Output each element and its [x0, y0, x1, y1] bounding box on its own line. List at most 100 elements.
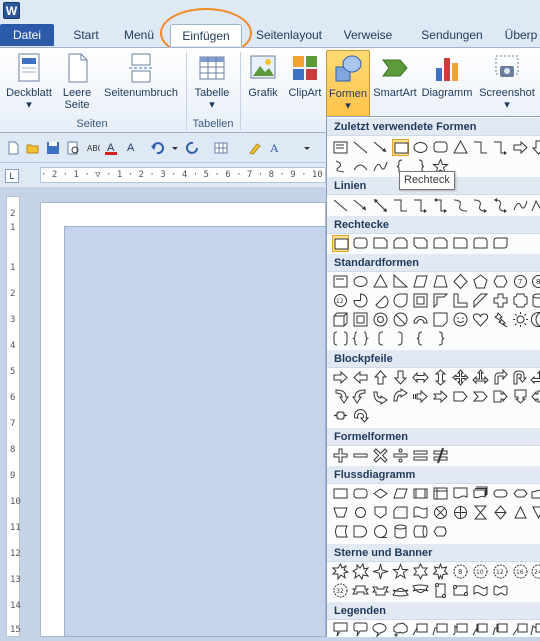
curve-shape-icon[interactable]: [372, 158, 389, 175]
new-document-icon[interactable]: [6, 141, 20, 155]
curved-double-arrow-icon[interactable]: [492, 197, 509, 214]
diagonal-stripe-shape-icon[interactable]: [472, 292, 489, 309]
flowchart-display-icon[interactable]: [432, 523, 449, 540]
flowchart-document-icon[interactable]: [452, 485, 469, 502]
diagramm-button[interactable]: Diagramm: [420, 50, 474, 99]
down-arrow-shape-icon[interactable]: [530, 139, 540, 156]
moon-shape-icon[interactable]: [530, 311, 540, 328]
cross-shape-icon[interactable]: [492, 292, 509, 309]
flowchart-multidocument-icon[interactable]: [472, 485, 489, 502]
curved-connector-icon[interactable]: [452, 197, 469, 214]
triangle-shape-icon[interactable]: [372, 273, 389, 290]
left-right-arrow-icon[interactable]: [412, 369, 429, 386]
divide-sign-icon[interactable]: [392, 447, 409, 464]
rectangle-shape-icon[interactable]: [332, 235, 349, 252]
plus-sign-icon[interactable]: [332, 447, 349, 464]
u-turn-arrow-icon[interactable]: [512, 369, 529, 386]
smartart-button[interactable]: SmartArt: [372, 50, 418, 99]
line-callout-3-icon[interactable]: [452, 621, 469, 638]
tab-selector[interactable]: L: [5, 169, 19, 183]
tab-menu[interactable]: Menü: [116, 24, 162, 46]
flowchart-magnetic-disk-icon[interactable]: [392, 523, 409, 540]
tabelle-button[interactable]: Tabelle▾: [190, 50, 234, 111]
cloud-callout-icon[interactable]: [392, 621, 409, 638]
down-ribbon-icon[interactable]: [372, 582, 389, 599]
up-ribbon-icon[interactable]: [352, 582, 369, 599]
left-brace-shape-icon[interactable]: [412, 330, 429, 347]
explosion-2-icon[interactable]: [352, 563, 369, 580]
flowchart-terminator-icon[interactable]: [492, 485, 509, 502]
leere-seite-button[interactable]: Leere Seite: [58, 50, 96, 111]
line-shape-icon[interactable]: [332, 197, 349, 214]
left-bracket-shape-icon[interactable]: [372, 330, 389, 347]
open-folder-icon[interactable]: [26, 141, 40, 155]
line-callout-2-icon[interactable]: [432, 621, 449, 638]
elbow-arrow-connector-icon[interactable]: [492, 139, 509, 156]
line-callout-accent-bar-icon[interactable]: [472, 621, 489, 638]
twentyfour-point-star-icon[interactable]: 24: [530, 563, 540, 580]
tab-start[interactable]: Start: [64, 24, 108, 46]
right-triangle-shape-icon[interactable]: [392, 273, 409, 290]
heptagon-shape-icon[interactable]: 7: [512, 273, 529, 290]
pentagon-shape-icon[interactable]: [472, 273, 489, 290]
flowchart-collate-icon[interactable]: [472, 504, 489, 521]
chevron-arrow-icon[interactable]: [472, 388, 489, 405]
line-shape-icon[interactable]: [352, 139, 369, 156]
flowchart-extract-icon[interactable]: [512, 504, 529, 521]
rectangle-shape-icon[interactable]: [392, 139, 409, 156]
teardrop-shape-icon[interactable]: [392, 292, 409, 309]
l-shape-icon[interactable]: [452, 292, 469, 309]
curved-up-arrow-icon[interactable]: [372, 388, 389, 405]
flowchart-alternate-process-icon[interactable]: [352, 485, 369, 502]
screenshot-button[interactable]: Screenshot▾: [476, 50, 538, 111]
flowchart-manual-input-icon[interactable]: [530, 485, 540, 502]
diamond-shape-icon[interactable]: [452, 273, 469, 290]
rectangular-callout-icon[interactable]: [332, 621, 349, 638]
round-diagonal-rect-icon[interactable]: [492, 235, 509, 252]
vertical-scroll-icon[interactable]: [432, 582, 449, 599]
freeform-shape-icon[interactable]: [530, 197, 540, 214]
pentagon-arrow-icon[interactable]: [452, 388, 469, 405]
flowchart-summing-junction-icon[interactable]: [432, 504, 449, 521]
oval-callout-icon[interactable]: [372, 621, 389, 638]
flowchart-offpage-connector-icon[interactable]: [372, 504, 389, 521]
flowchart-predefined-process-icon[interactable]: [412, 485, 429, 502]
tab-sendungen[interactable]: Sendungen: [414, 24, 490, 46]
snip-diagonal-rect-icon[interactable]: [412, 235, 429, 252]
spelling-icon[interactable]: ABC: [86, 141, 100, 155]
redo-icon[interactable]: [186, 141, 200, 155]
triangle-shape-icon[interactable]: [452, 139, 469, 156]
snip-corner-rect-icon[interactable]: [372, 235, 389, 252]
quad-arrow-callout-icon[interactable]: [332, 407, 349, 424]
horizontal-ruler[interactable]: · 2 · 1 · ▽ · 1 · 2 · 3 · 4 · 5 · 6 · 7 …: [40, 167, 326, 183]
tab-datei[interactable]: Datei: [0, 24, 54, 46]
double-arrow-line-icon[interactable]: [372, 197, 389, 214]
deckblatt-button[interactable]: Deckblatt ▾: [4, 50, 54, 111]
flowchart-manual-operation-icon[interactable]: [332, 504, 349, 521]
curved-up-ribbon-icon[interactable]: [392, 582, 409, 599]
hexagon-shape-icon[interactable]: [492, 273, 509, 290]
save-icon[interactable]: [46, 141, 60, 155]
right-arrow-shape-icon[interactable]: [512, 139, 529, 156]
print-preview-icon[interactable]: [66, 141, 80, 155]
flowchart-data-icon[interactable]: [392, 485, 409, 502]
left-arrow-shape-icon[interactable]: [352, 369, 369, 386]
eight-point-star-icon[interactable]: 8: [452, 563, 469, 580]
bent-arrow-icon[interactable]: [492, 369, 509, 386]
up-arrow-shape-icon[interactable]: [372, 369, 389, 386]
curved-left-arrow-icon[interactable]: [352, 388, 369, 405]
smiley-face-icon[interactable]: [452, 311, 469, 328]
text-style-icon[interactable]: A: [268, 141, 282, 155]
right-arrow-shape-icon[interactable]: [332, 369, 349, 386]
decagon-shape-icon[interactable]: 12: [332, 292, 349, 309]
up-down-arrow-icon[interactable]: [432, 369, 449, 386]
tab-ueberpruefen[interactable]: Überp: [500, 24, 540, 46]
oval-shape-icon[interactable]: [352, 273, 369, 290]
grafik-button[interactable]: Grafik: [244, 50, 282, 99]
not-equal-sign-icon[interactable]: [432, 447, 449, 464]
textbox-shape-icon[interactable]: [332, 139, 349, 156]
right-brace-shape-icon[interactable]: [432, 330, 449, 347]
flowchart-delay-icon[interactable]: [352, 523, 369, 540]
horizontal-scroll-icon[interactable]: [452, 582, 469, 599]
flowchart-stored-data-icon[interactable]: [332, 523, 349, 540]
